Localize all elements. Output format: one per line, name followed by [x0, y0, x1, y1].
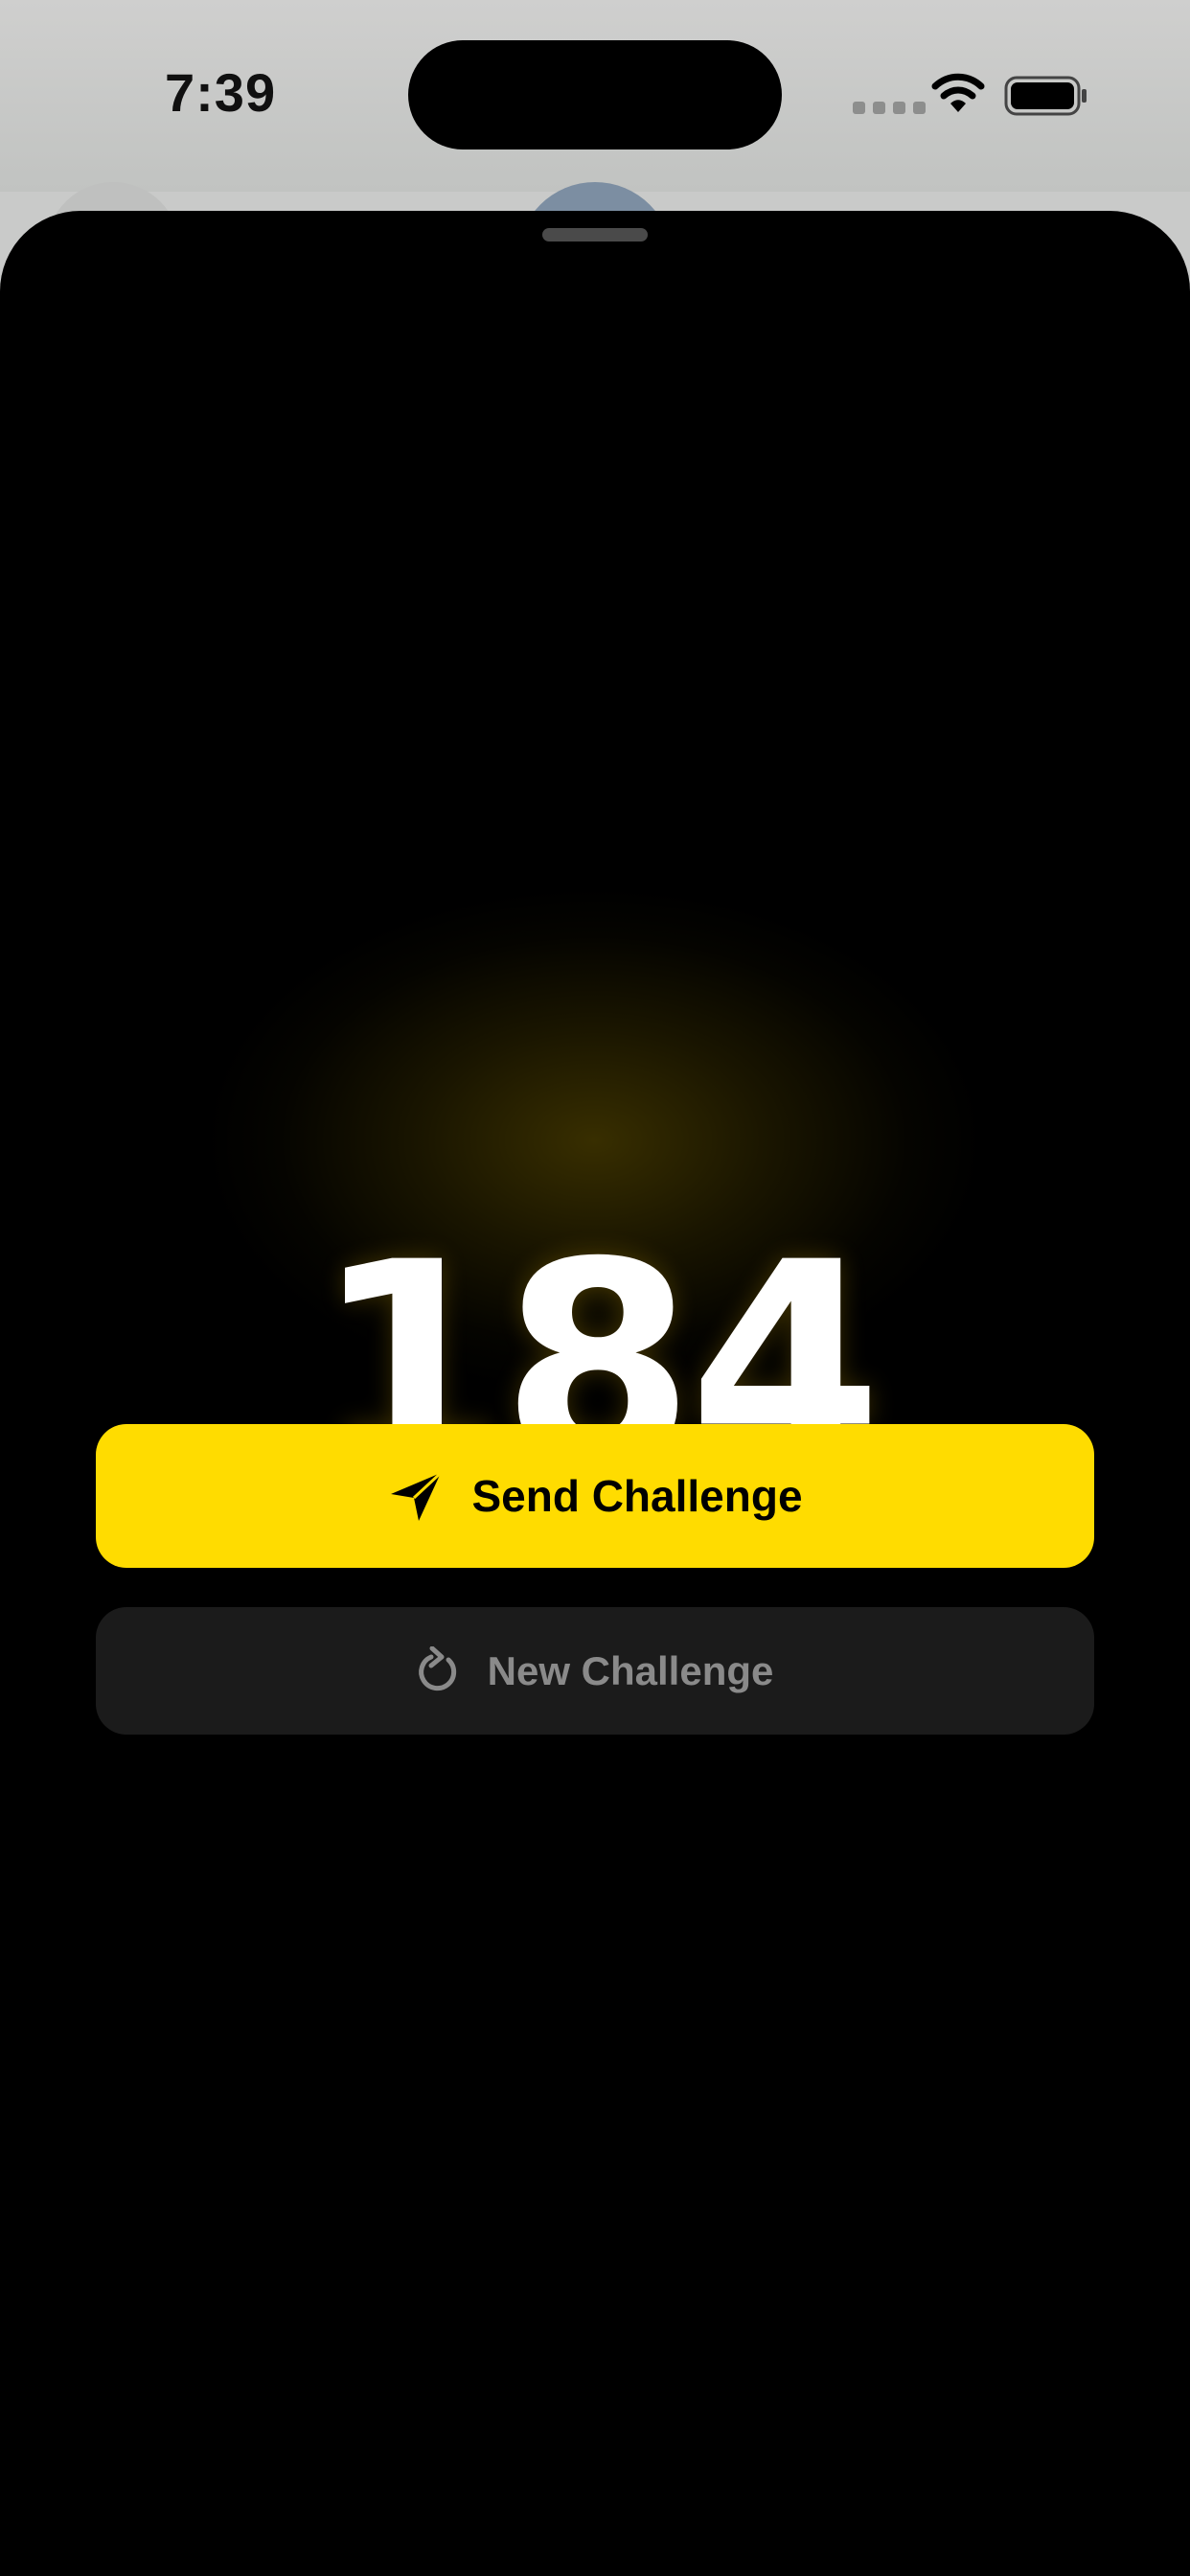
cellular-signal-icon: [853, 102, 926, 114]
new-challenge-label: New Challenge: [487, 1647, 774, 1693]
challenge-sheet: 184 Send Challenge New Challenge: [0, 211, 1190, 2576]
status-time: 7:39: [165, 62, 277, 123]
dynamic-island: [408, 40, 782, 150]
new-challenge-button[interactable]: New Challenge: [96, 1607, 1094, 1735]
wifi-icon: [931, 73, 985, 112]
send-challenge-label: Send Challenge: [471, 1471, 803, 1521]
status-bar: 7:39: [0, 0, 1190, 337]
refresh-icon: [417, 1645, 461, 1696]
battery-icon: [1004, 76, 1087, 116]
paper-plane-icon: [387, 1469, 445, 1523]
sheet-grabber[interactable]: [542, 228, 648, 242]
send-challenge-button[interactable]: Send Challenge: [96, 1424, 1094, 1568]
